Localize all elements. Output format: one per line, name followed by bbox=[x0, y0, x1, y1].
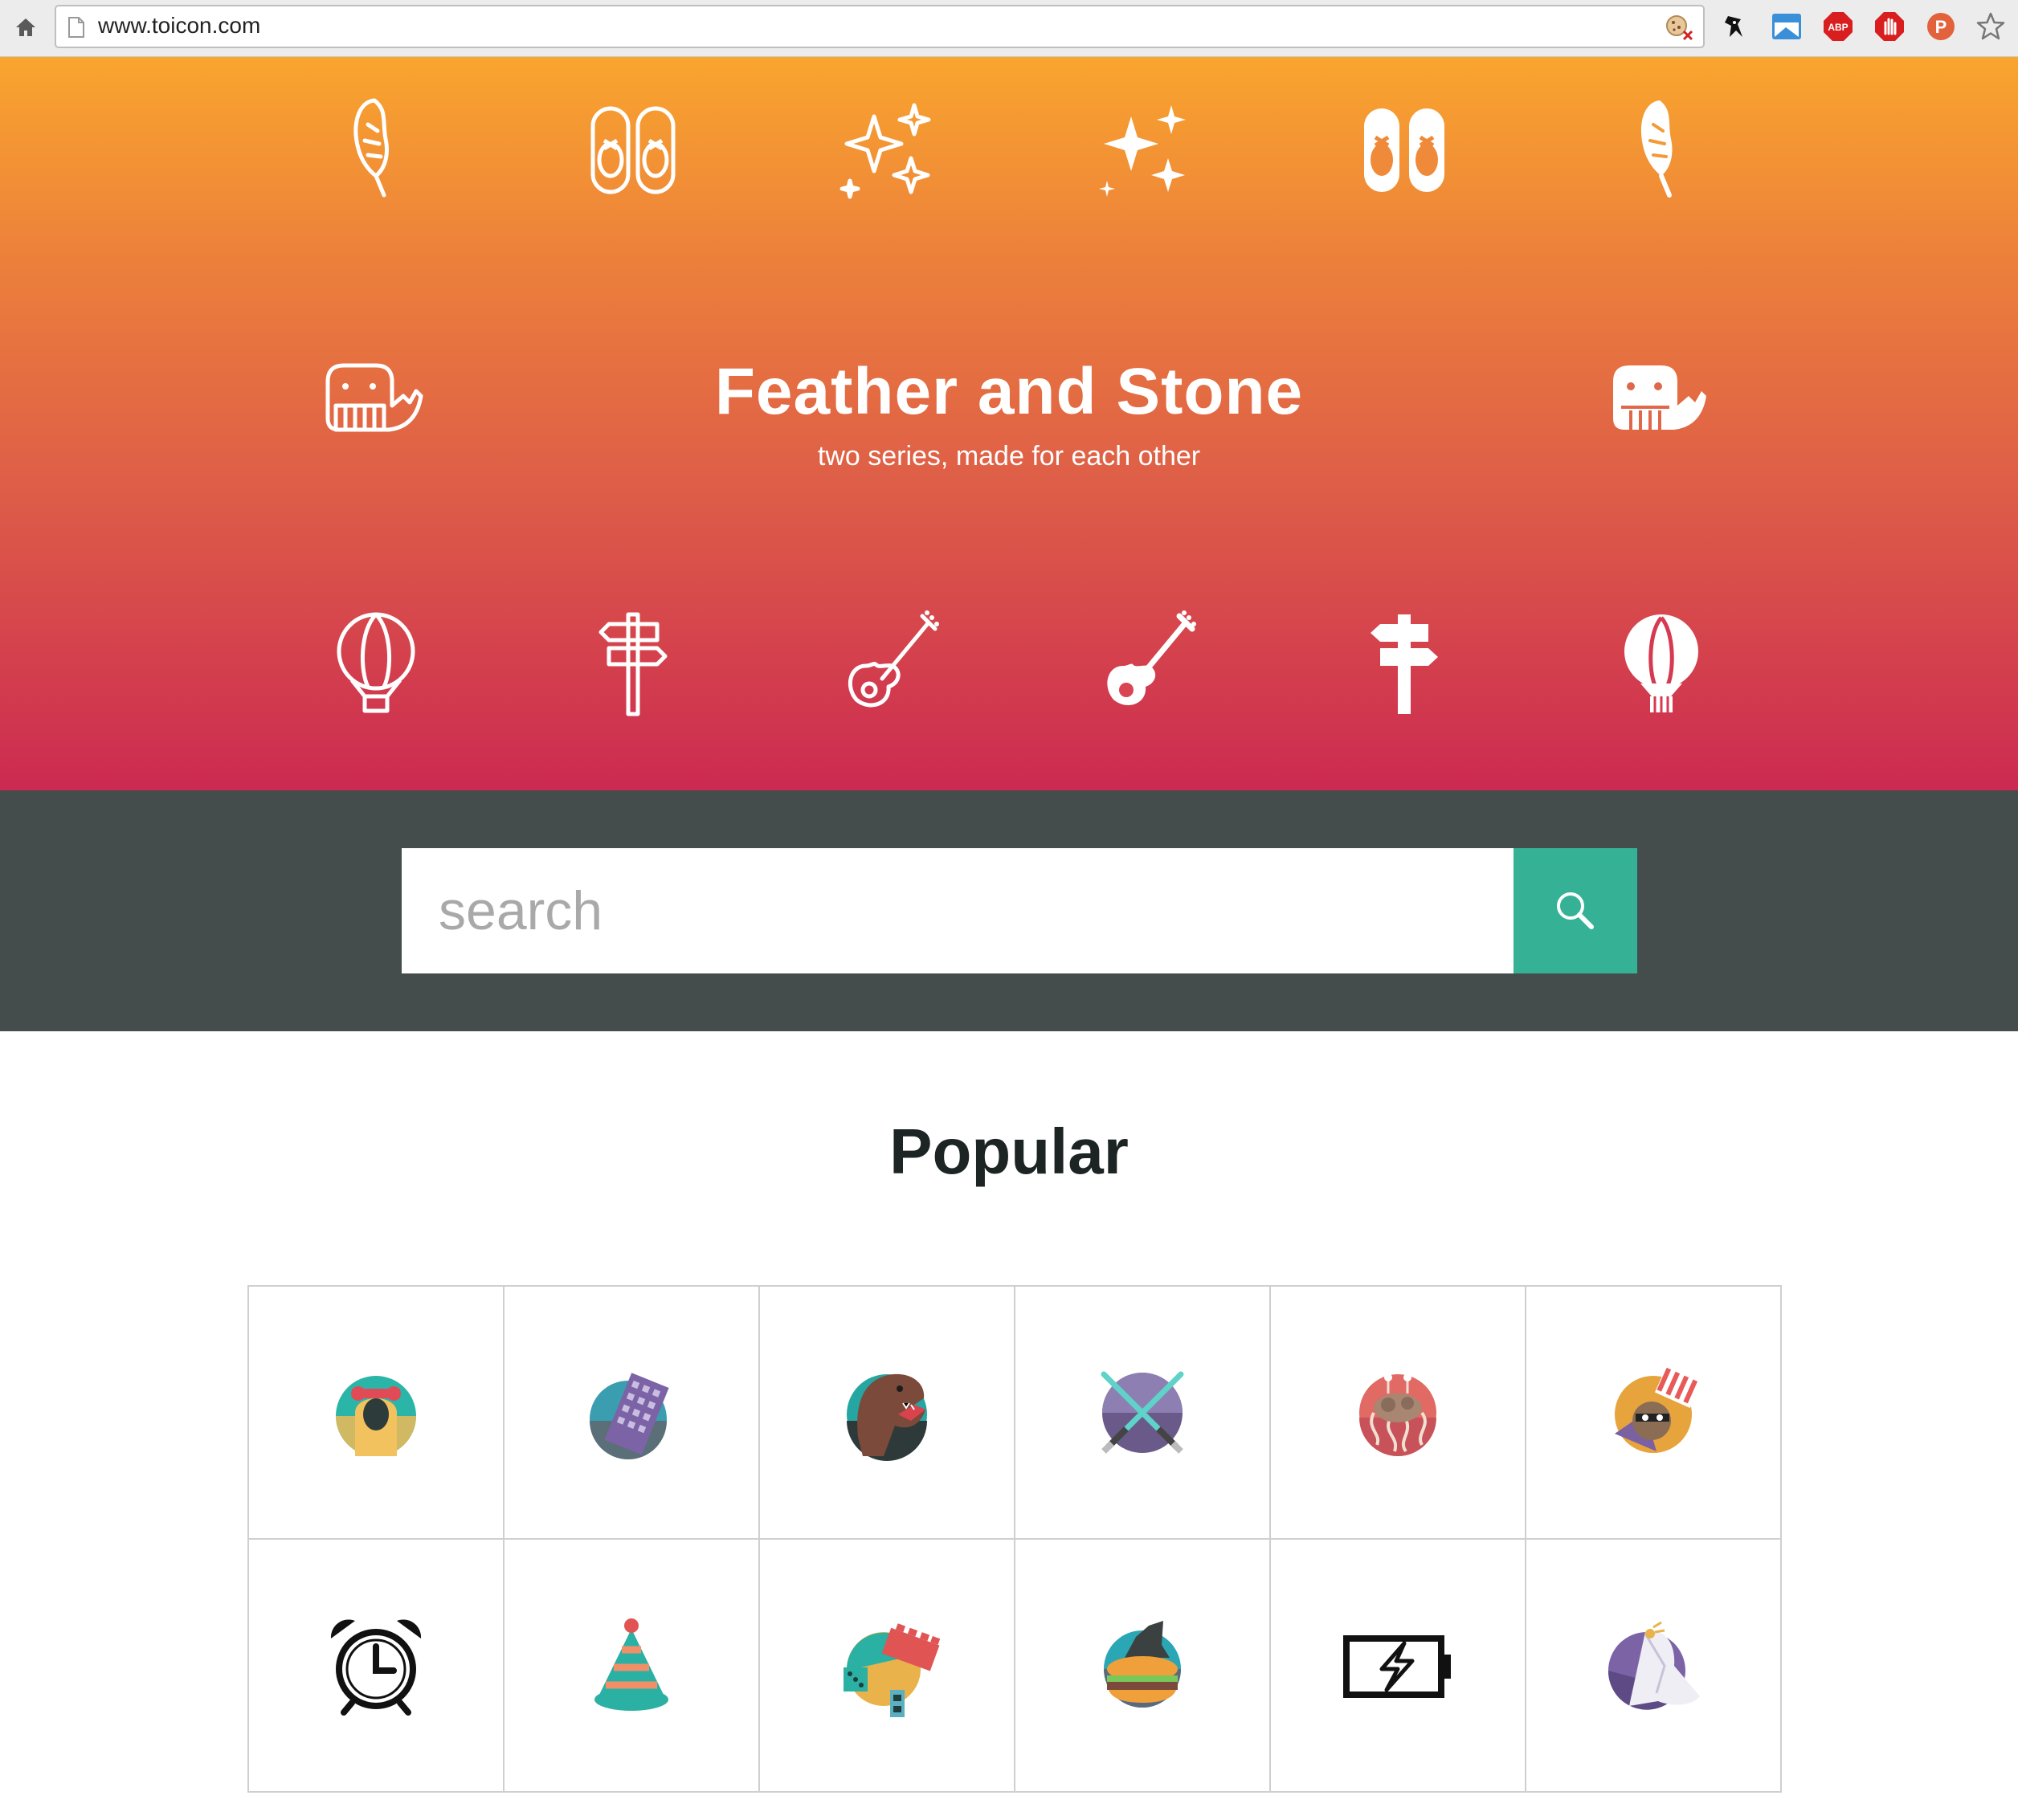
hero-subtitle: two series, made for each other bbox=[817, 441, 1201, 471]
grid-cell-bride-veil[interactable] bbox=[1526, 1540, 1782, 1793]
p-badge-icon[interactable]: P bbox=[1925, 10, 1957, 43]
crossed-lightsabers-icon bbox=[1101, 1371, 1184, 1454]
grid-cell-party-hat[interactable] bbox=[504, 1540, 760, 1793]
feather-outline-icon[interactable] bbox=[320, 92, 432, 205]
hero-banner: Feather and Stone two series, made for e… bbox=[0, 57, 2018, 790]
ninja-icon[interactable] bbox=[1718, 10, 1750, 43]
toy-bricks-icon bbox=[844, 1622, 941, 1717]
window-extension-icon[interactable] bbox=[1771, 10, 1803, 43]
popular-icon-grid bbox=[247, 1285, 1782, 1793]
search-input[interactable] bbox=[402, 848, 1514, 973]
hot-air-balloon-solid-icon[interactable] bbox=[1605, 606, 1718, 719]
stop-hand-icon[interactable] bbox=[1873, 10, 1906, 43]
grid-cell-battery-charging[interactable] bbox=[1271, 1540, 1526, 1793]
hooded-figure-icon bbox=[336, 1375, 416, 1456]
hero-title: Feather and Stone bbox=[714, 355, 1304, 428]
signpost-outline-icon[interactable] bbox=[577, 606, 689, 719]
grid-cell-burger-mountain[interactable] bbox=[1015, 1540, 1271, 1793]
url-text[interactable]: www.toicon.com bbox=[98, 13, 260, 39]
page-icon bbox=[67, 17, 85, 41]
hot-air-balloon-outline-icon[interactable] bbox=[320, 606, 432, 719]
guitar-outline-icon[interactable] bbox=[834, 606, 946, 719]
grid-cell-toy-bricks[interactable] bbox=[760, 1540, 1015, 1793]
bandit-sloth-icon bbox=[1615, 1362, 1704, 1453]
flying-spaghetti-monster-icon bbox=[1359, 1373, 1436, 1456]
cookie-blocked-icon[interactable] bbox=[1665, 14, 1693, 44]
ballet-shoes-solid-icon[interactable] bbox=[1348, 92, 1460, 205]
address-bar[interactable]: www.toicon.com bbox=[55, 5, 1705, 48]
popular-heading: Popular bbox=[889, 1116, 1129, 1187]
sparkles-outline-icon[interactable] bbox=[834, 92, 946, 205]
svg-text:ABP: ABP bbox=[1828, 22, 1848, 33]
grid-cell-t-rex[interactable] bbox=[760, 1287, 1015, 1540]
abp-icon[interactable]: ABP bbox=[1822, 10, 1854, 43]
battery-charging-icon bbox=[1343, 1634, 1451, 1698]
home-icon[interactable] bbox=[11, 13, 40, 42]
svg-text:P: P bbox=[1935, 17, 1947, 37]
grid-cell-alarm-clock[interactable] bbox=[249, 1540, 504, 1793]
party-hat-icon bbox=[594, 1618, 668, 1711]
search-section bbox=[0, 790, 2018, 1031]
search-icon bbox=[1557, 892, 1594, 929]
browser-toolbar: www.toicon.com ABP P bbox=[0, 0, 2018, 57]
burger-mountain-icon bbox=[1104, 1620, 1181, 1708]
bride-veil-icon bbox=[1607, 1621, 1700, 1710]
sparkles-solid-icon[interactable] bbox=[1091, 92, 1203, 205]
alarm-clock-icon bbox=[330, 1618, 422, 1716]
grid-cell-hooded-figure[interactable] bbox=[249, 1287, 504, 1540]
grid-cell-tilted-building[interactable] bbox=[504, 1287, 760, 1540]
ballet-shoes-outline-icon[interactable] bbox=[577, 92, 689, 205]
feather-solid-icon[interactable] bbox=[1605, 92, 1718, 205]
grid-cell-flying-spaghetti-monster[interactable] bbox=[1271, 1287, 1526, 1540]
guitar-solid-icon[interactable] bbox=[1091, 606, 1203, 719]
tilted-building-icon bbox=[590, 1372, 669, 1459]
grid-cell-crossed-lightsabers[interactable] bbox=[1015, 1287, 1271, 1540]
bookmark-star-icon[interactable] bbox=[1975, 10, 2007, 43]
search-button[interactable] bbox=[1514, 848, 1637, 973]
t-rex-icon bbox=[847, 1373, 927, 1461]
signpost-solid-icon[interactable] bbox=[1348, 606, 1460, 719]
grid-cell-bandit-sloth[interactable] bbox=[1526, 1287, 1782, 1540]
